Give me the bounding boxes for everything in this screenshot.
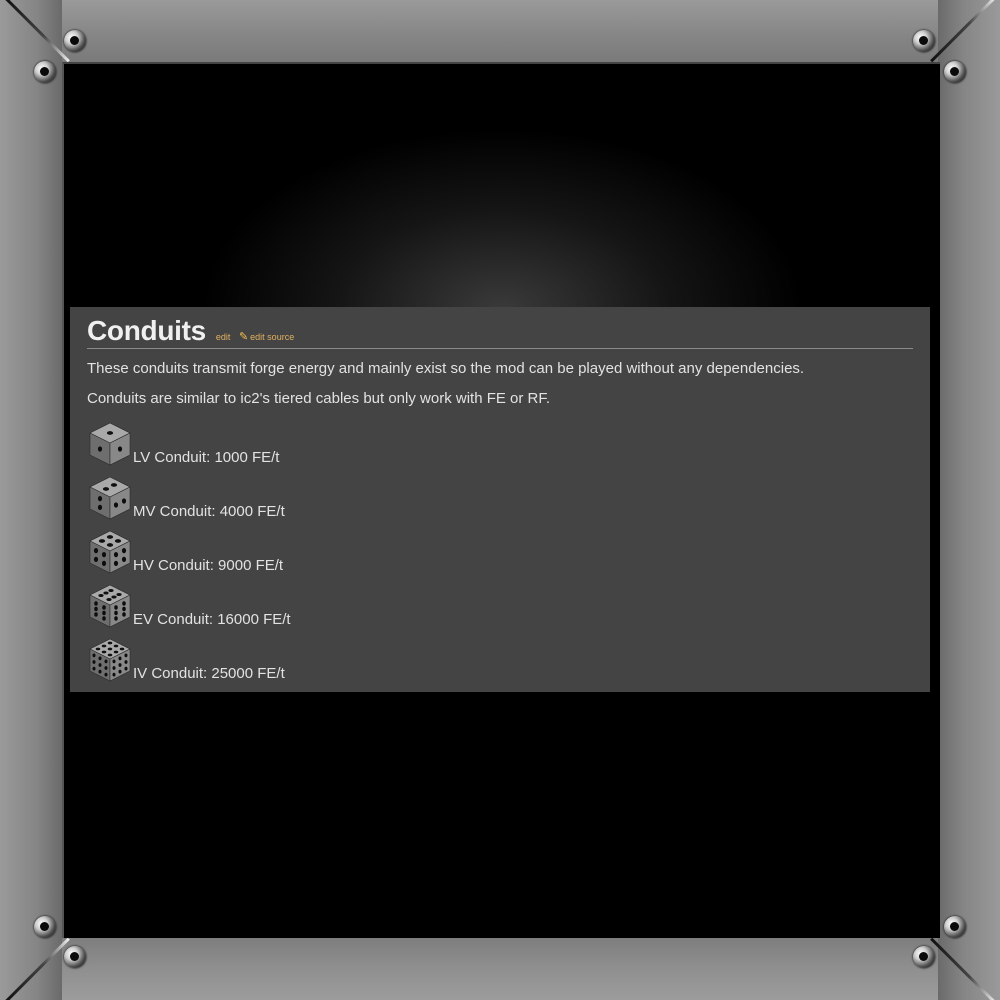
bolt-icon	[64, 946, 86, 968]
bolt-icon	[913, 946, 935, 968]
list-item: IV Conduit: 25000 FE/t	[87, 629, 913, 683]
note-paragraph: Conduits are similar to ic2's tiered cab…	[87, 390, 551, 407]
frame-top	[0, 0, 1000, 62]
conduit-label: LV Conduit: 1000 FE/t	[133, 449, 280, 466]
bolt-icon	[944, 916, 966, 938]
list-item: MV Conduit: 4000 FE/t	[87, 467, 913, 521]
bolt-icon	[64, 30, 86, 52]
list-item: HV Conduit: 9000 FE/t	[87, 521, 913, 575]
bolt-icon	[944, 61, 966, 83]
metal-frame: Conduits edit ✎ edit source These conduit…	[0, 0, 1000, 1000]
conduit-label: IV Conduit: 25000 FE/t	[133, 665, 285, 682]
iv-conduit-icon[interactable]	[87, 637, 133, 683]
frame-left	[0, 0, 62, 1000]
list-item: LV Conduit: 1000 FE/t	[87, 413, 913, 467]
pencil-icon: ✎	[238, 331, 249, 343]
page-title: Conduits	[87, 315, 206, 346]
conduit-label: MV Conduit: 4000 FE/t	[133, 503, 285, 520]
conduit-label: EV Conduit: 16000 FE/t	[133, 611, 291, 628]
edit-link[interactable]: edit	[216, 332, 231, 342]
edit-source-link[interactable]: edit source	[250, 332, 294, 342]
ev-conduit-icon[interactable]	[87, 583, 133, 629]
intro-paragraph: These conduits transmit forge energy and…	[87, 360, 805, 377]
bolt-icon	[913, 30, 935, 52]
article-panel: Conduits edit ✎ edit source These conduit…	[70, 307, 930, 692]
conduit-list: LV Conduit: 1000 FE/t MV Conduit: 4000 F…	[87, 413, 913, 683]
mv-conduit-icon[interactable]	[87, 475, 133, 521]
bolt-icon	[34, 916, 56, 938]
section-heading: Conduits edit ✎ edit source	[87, 315, 913, 349]
frame-right	[938, 0, 1000, 1000]
edit-links: edit ✎ edit source	[216, 330, 294, 343]
hv-conduit-icon[interactable]	[87, 529, 133, 575]
frame-bottom	[0, 936, 1000, 1000]
list-item: EV Conduit: 16000 FE/t	[87, 575, 913, 629]
lv-conduit-icon[interactable]	[87, 421, 133, 467]
conduit-label: HV Conduit: 9000 FE/t	[133, 557, 284, 574]
bolt-icon	[34, 61, 56, 83]
